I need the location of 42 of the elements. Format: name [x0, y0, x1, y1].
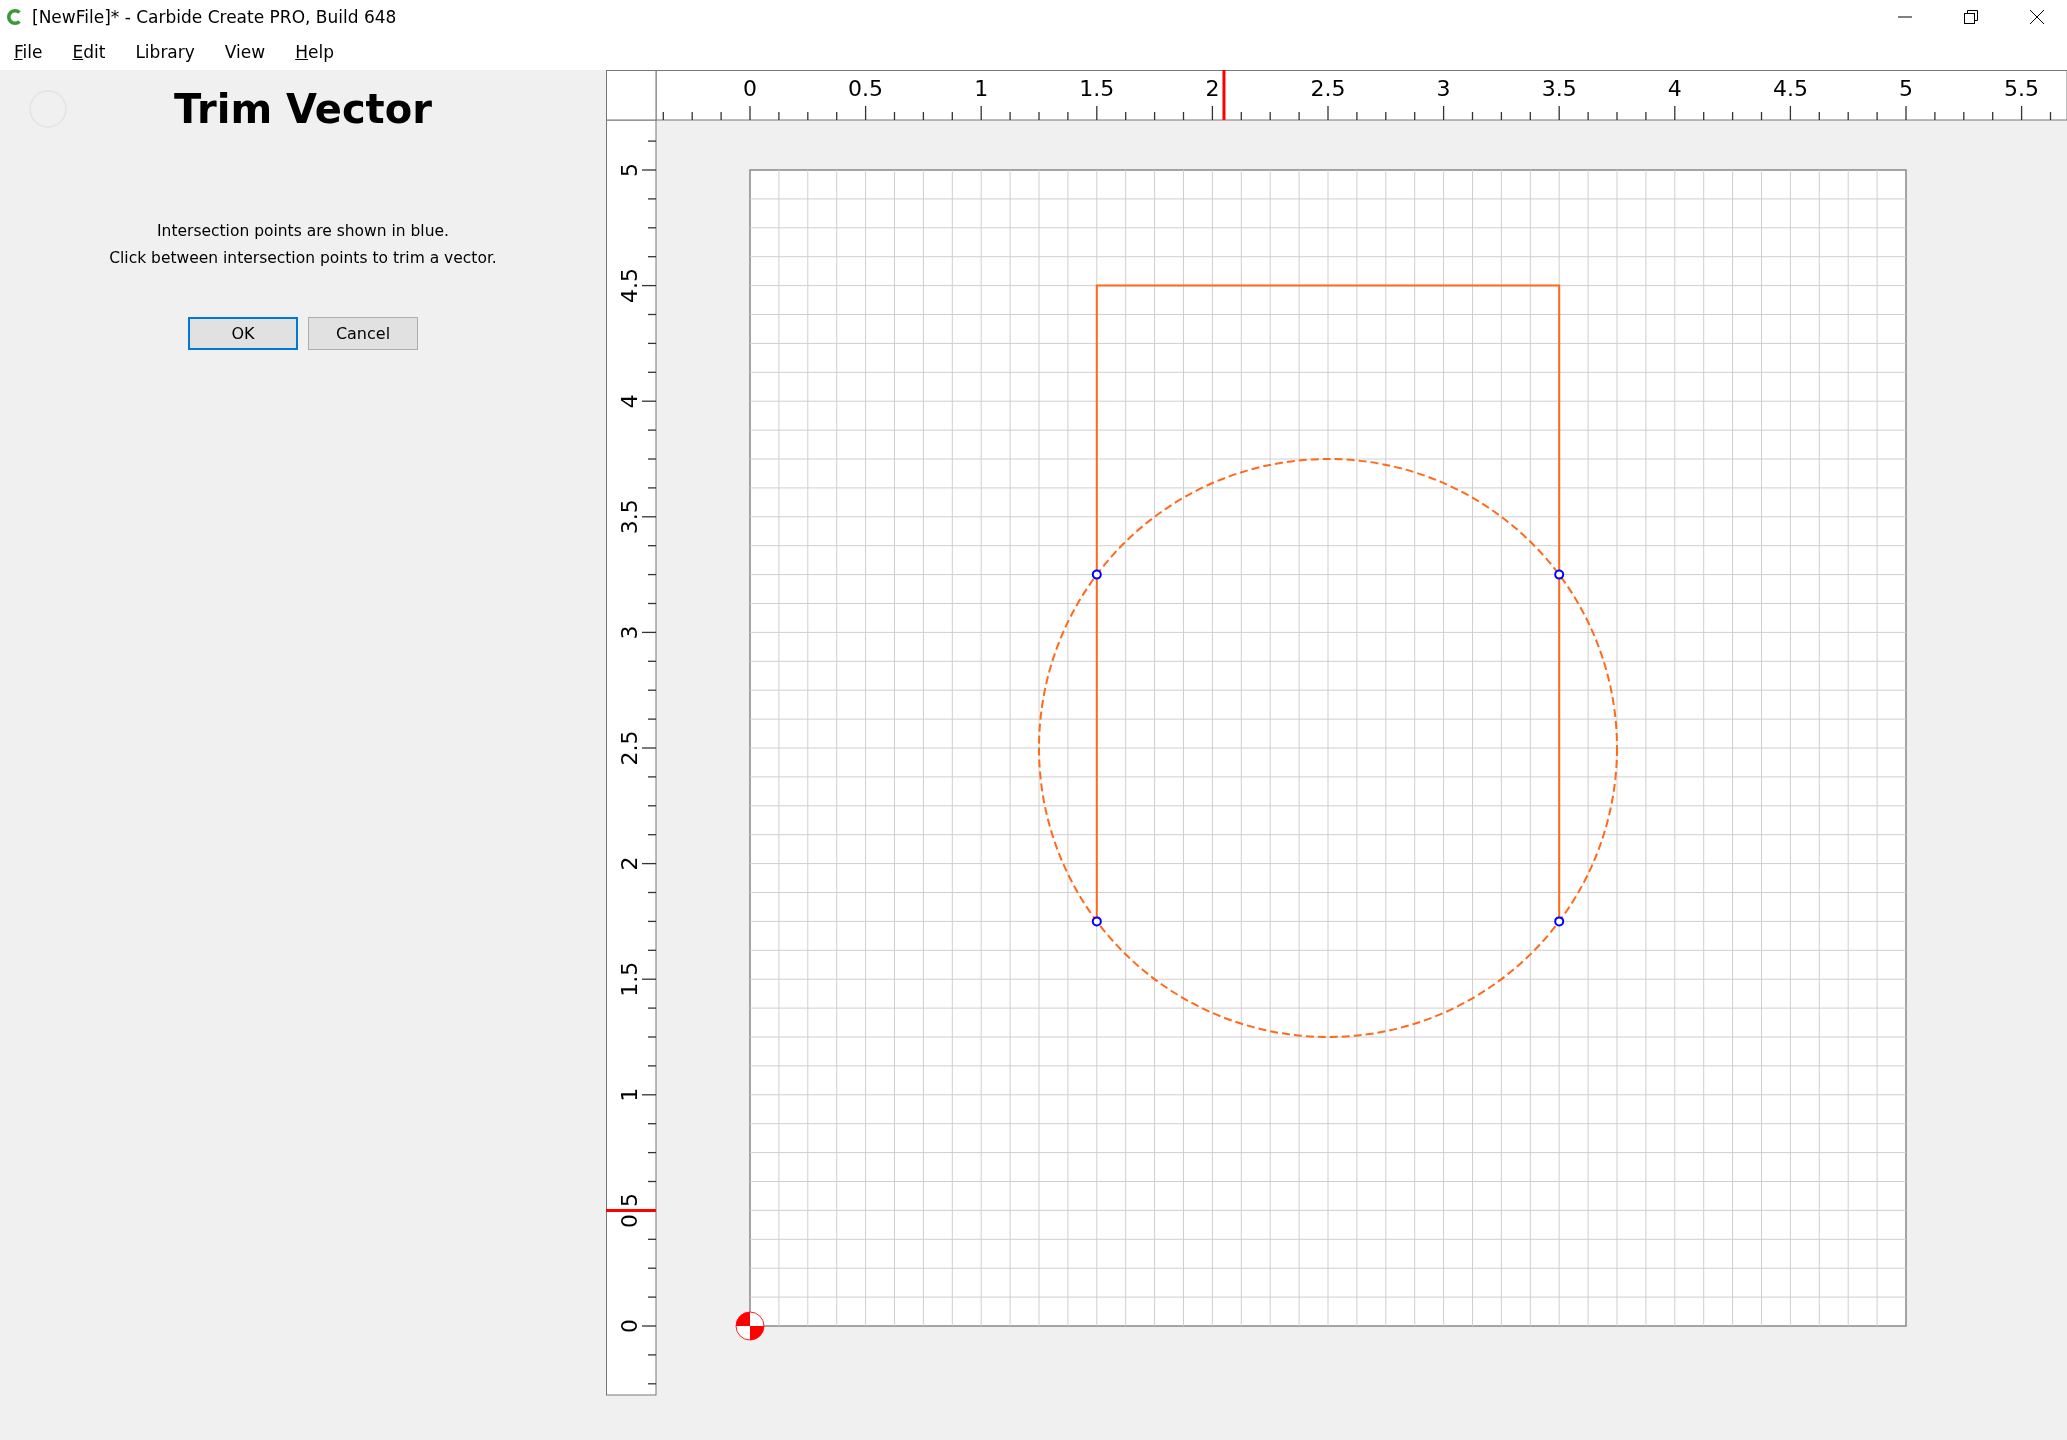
menu-item[interactable]: View: [224, 42, 266, 62]
ruler-label: 0.5: [617, 1192, 642, 1228]
ruler-label: 1: [617, 1087, 642, 1102]
ruler-label: 3: [1436, 76, 1451, 101]
ruler-label: 4.5: [617, 268, 642, 304]
ruler-label: 2: [1205, 76, 1220, 101]
ruler-label: 5: [1899, 76, 1913, 101]
ruler-label: 5: [617, 163, 642, 177]
ruler-label: 4.5: [1772, 76, 1808, 101]
origin-icon: [735, 1311, 765, 1341]
menu-item[interactable]: Library: [135, 42, 195, 62]
cursor-marker: [1222, 70, 1226, 120]
panel-title: Trim Vector: [174, 86, 432, 132]
ruler-label: 0.5: [848, 76, 884, 101]
ruler-label: 2.5: [1310, 76, 1346, 101]
ruler-label: 0: [617, 1319, 642, 1333]
ruler-label: 3: [617, 625, 642, 640]
cancel-button[interactable]: Cancel: [308, 317, 418, 350]
ruler-label: 0: [743, 76, 757, 101]
instruction-text: Click between intersection points to trim a vector.: [109, 249, 497, 267]
menu-item[interactable]: File: [14, 42, 43, 62]
intersection-point: [1554, 916, 1565, 927]
intersection-point: [1091, 569, 1102, 580]
ruler-label: 1.5: [617, 961, 642, 997]
ruler-label: 4: [617, 394, 642, 409]
window-title: [NewFile]* - Carbide Create PRO, Build 648: [32, 7, 397, 27]
ruler-label: 3.5: [1541, 76, 1577, 101]
ok-button[interactable]: OK: [188, 317, 298, 350]
instruction-text: Intersection points are shown in blue.: [157, 222, 449, 240]
ruler-label: 2.5: [617, 730, 642, 766]
ruler-label: 1: [974, 76, 989, 101]
ruler-label: 4: [1667, 76, 1682, 101]
ruler-label: 2: [617, 856, 642, 871]
close-icon[interactable]: [2029, 9, 2045, 25]
intersection-point: [1554, 569, 1565, 580]
menu-item[interactable]: Edit: [72, 42, 106, 62]
ruler-label: 1.5: [1079, 76, 1115, 101]
ruler-label: 5.5: [2004, 76, 2040, 101]
menu-item[interactable]: Help: [295, 42, 334, 62]
intersection-point: [1091, 916, 1102, 927]
restore-icon[interactable]: [1963, 9, 1979, 25]
ruler-label: 3.5: [617, 499, 642, 535]
